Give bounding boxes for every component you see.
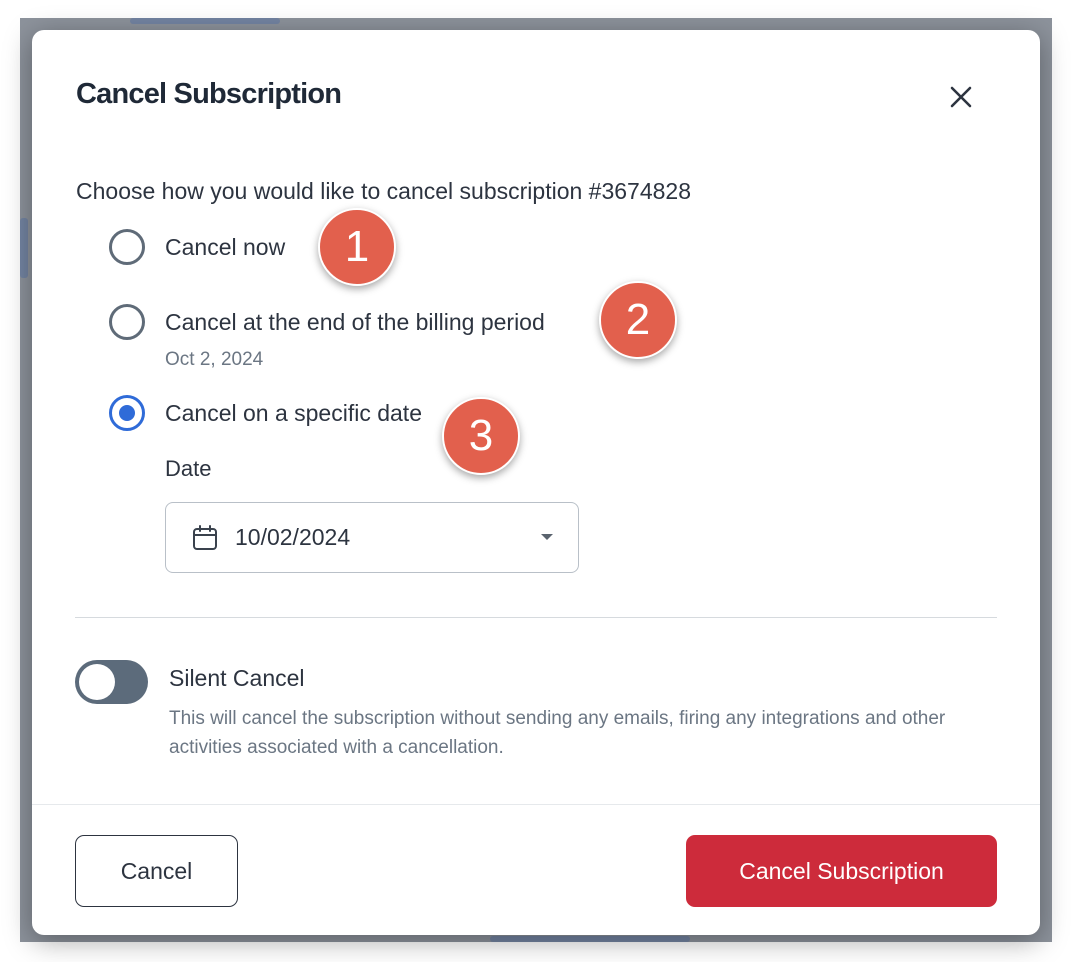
radio-selected-dot (119, 405, 135, 421)
silent-cancel-description: This will cancel the subscription withou… (169, 708, 946, 758)
cancel-subscription-dialog: Cancel Subscription Choose how you would… (32, 30, 1040, 935)
close-icon (950, 86, 972, 108)
option-label: Cancel at the end of the billing period (165, 308, 545, 335)
dialog-title: Cancel Subscription (76, 78, 342, 110)
radio-specific-date[interactable] (109, 395, 145, 431)
callout-marker-3: 3 (442, 397, 520, 475)
close-button[interactable] (944, 80, 978, 114)
option-specific-date[interactable]: Cancel on a specific date (109, 395, 422, 431)
footer-divider (32, 804, 1040, 805)
cancel-prompt: Choose how you would like to cancel subs… (76, 178, 692, 204)
toggle-knob (79, 664, 115, 700)
date-value: 10/02/2024 (235, 524, 351, 550)
option-label: Cancel now (165, 233, 286, 260)
background-content (130, 18, 280, 24)
option-cancel-now[interactable]: Cancel now (109, 229, 285, 265)
silent-cancel-toggle[interactable] (75, 660, 148, 704)
option-label: Cancel on a specific date (165, 399, 422, 426)
option-end-of-billing-period[interactable]: Cancel at the end of the billing period (109, 304, 545, 340)
radio-cancel-now[interactable] (109, 229, 145, 265)
calendar-icon (191, 524, 219, 552)
silent-cancel-label: Silent Cancel (169, 665, 305, 691)
chevron-down-icon (541, 534, 553, 540)
date-field-label: Date (165, 456, 212, 481)
cancel-button[interactable]: Cancel (75, 835, 238, 907)
section-divider (75, 617, 997, 618)
callout-marker-2: 2 (599, 281, 677, 359)
background-content (490, 936, 690, 942)
confirm-cancel-subscription-button[interactable]: Cancel Subscription (686, 835, 997, 907)
callout-marker-1: 1 (318, 208, 396, 286)
date-picker[interactable]: 10/02/2024 (165, 502, 579, 573)
billing-period-end-date: Oct 2, 2024 (165, 349, 264, 370)
radio-end-of-billing-period[interactable] (109, 304, 145, 340)
background-content (20, 218, 28, 278)
